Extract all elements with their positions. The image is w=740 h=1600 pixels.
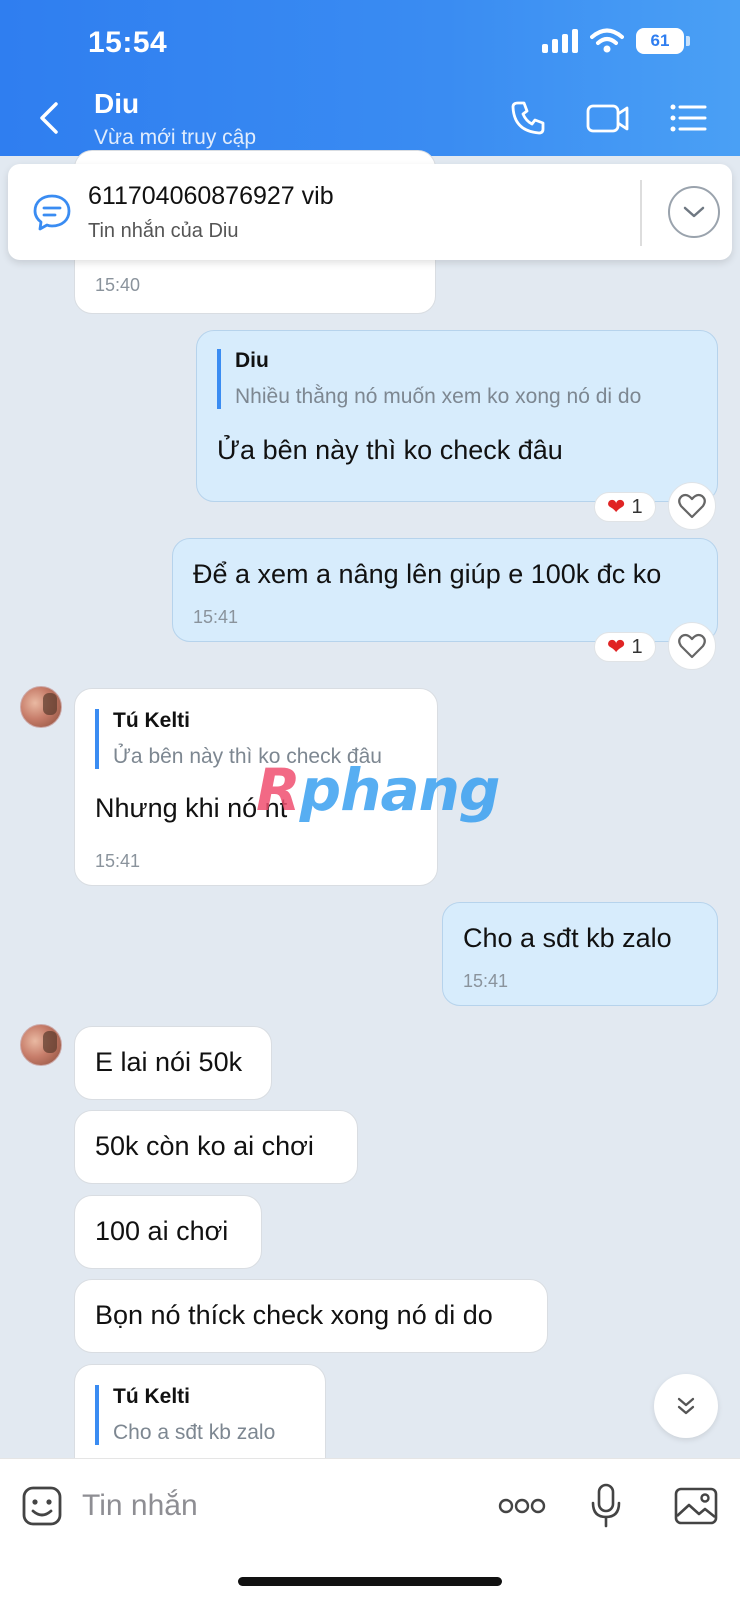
message-input-bar: Tin nhắn [0, 1458, 740, 1600]
avatar[interactable] [20, 686, 62, 728]
message-time: 15:41 [463, 971, 509, 991]
quote-author: Tú Kelti [113, 709, 190, 732]
pinned-message-text: 611704060876927 vib [88, 182, 334, 210]
message-time: 15:40 [95, 275, 141, 295]
avatar[interactable] [20, 1024, 62, 1066]
message-text: Bọn nó thíck check xong nó di do [95, 1300, 493, 1330]
chevron-down-icon [683, 206, 705, 218]
phone-icon [511, 101, 545, 135]
divider [640, 180, 642, 246]
call-button[interactable] [504, 96, 552, 140]
quoted-message[interactable]: Diu Nhiều thằng nó muốn xem ko xong nó d… [217, 349, 641, 409]
message-time: 15:41 [193, 607, 239, 627]
message-bubble-incoming[interactable]: 50k còn ko ai chơi [74, 1110, 358, 1184]
heart-outline-icon [678, 633, 706, 659]
heart-icon: ❤ [607, 494, 626, 519]
message-text: Cho a sđt kb zalo [463, 923, 672, 953]
message-text: E lai nói 50k [95, 1047, 243, 1077]
chat-bubble-icon [33, 194, 71, 231]
heart-icon: ❤ [607, 634, 626, 659]
sticker-button[interactable] [18, 1483, 66, 1529]
like-button[interactable] [668, 482, 716, 530]
message-text: 100 ai chơi [95, 1216, 229, 1246]
message-time: 15:41 [95, 851, 141, 871]
message-bubble-outgoing[interactable]: Diu Nhiều thằng nó muốn xem ko xong nó d… [196, 330, 718, 502]
pinned-message-bar[interactable]: 611704060876927 vib Tin nhắn của Diu [8, 164, 732, 260]
voice-record-button[interactable] [582, 1483, 630, 1529]
reaction-badge[interactable]: ❤ 1 [594, 492, 656, 522]
menu-list-icon [670, 104, 707, 132]
wifi-icon [590, 28, 624, 53]
message-bubble-incoming[interactable]: E lai nói 50k [74, 1026, 272, 1100]
quote-text: Nhiều thằng nó muốn xem ko xong nó di do [235, 385, 642, 408]
watermark-logo: Rphang [256, 756, 500, 824]
quote-author: Diu [235, 349, 269, 372]
message-bubble-incoming[interactable]: Bọn nó thíck check xong nó di do [74, 1279, 548, 1353]
options-button[interactable] [664, 96, 712, 140]
sticker-icon [22, 1486, 62, 1526]
reaction-badge[interactable]: ❤ 1 [594, 632, 656, 662]
message-text: 50k còn ko ai chơi [95, 1131, 314, 1161]
photo-button[interactable] [672, 1483, 720, 1529]
double-chevron-down-icon [677, 1397, 695, 1415]
pinned-message-subtitle: Tin nhắn của Diu [88, 220, 239, 242]
contact-name[interactable]: Diu [94, 88, 139, 120]
expand-pinned-button[interactable] [668, 186, 720, 238]
message-bubble-incoming[interactable]: 100 ai chơi [74, 1195, 262, 1269]
reaction-count: 1 [631, 635, 643, 658]
message-input[interactable]: Tin nhắn [82, 1489, 198, 1523]
heart-outline-icon [678, 493, 706, 519]
video-call-button[interactable] [584, 96, 632, 140]
chat-header: 15:54 61 Diu Vừa mới truy cập [0, 0, 740, 156]
message-text: Ửa bên này thì ko check đâu [217, 435, 563, 465]
back-button[interactable] [34, 96, 66, 140]
quote-author: Tú Kelti [113, 1385, 190, 1408]
battery-level: 61 [636, 28, 684, 54]
like-button[interactable] [668, 622, 716, 670]
status-time: 15:54 [88, 26, 168, 59]
microphone-icon [591, 1483, 621, 1528]
cellular-signal-icon [542, 29, 578, 53]
message-text: Để a xem a nâng lên giúp e 100k đc ko [193, 559, 662, 589]
scroll-to-bottom-button[interactable] [654, 1374, 718, 1438]
reaction-count: 1 [631, 495, 643, 518]
home-indicator [238, 1577, 502, 1586]
back-icon [40, 102, 58, 134]
status-icons: 61 [542, 28, 690, 54]
more-options-button[interactable] [496, 1483, 548, 1529]
contact-status: Vừa mới truy cập [94, 126, 257, 149]
message-bubble-outgoing[interactable]: Để a xem a nâng lên giúp e 100k đc ko 15… [172, 538, 718, 642]
quoted-message[interactable]: Tú Kelti Cho a sđt kb zalo [95, 1385, 275, 1445]
image-icon [674, 1487, 718, 1525]
more-dots-icon [498, 1498, 546, 1514]
quote-text: Cho a sđt kb zalo [113, 1421, 276, 1444]
battery-icon: 61 [636, 28, 690, 54]
message-bubble-outgoing[interactable]: Cho a sđt kb zalo 15:41 [442, 902, 718, 1006]
video-icon [586, 104, 629, 133]
